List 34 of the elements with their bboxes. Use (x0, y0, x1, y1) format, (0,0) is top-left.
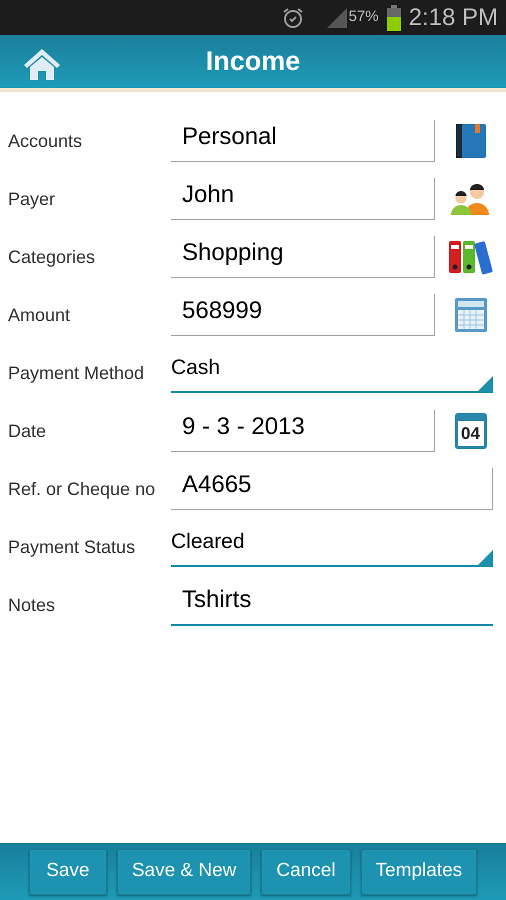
field-label: Payment Method (7, 362, 146, 385)
field-label: Ref. or Cheque no (7, 478, 156, 501)
input-field[interactable]: Tshirts (171, 584, 493, 626)
field-label: Amount (7, 304, 72, 326)
input-field[interactable]: 9 - 3 - 2013 (171, 410, 435, 452)
screen-title: Income (206, 45, 300, 78)
input-field[interactable]: Shopping (171, 236, 435, 278)
action-button[interactable]: Cancel (261, 848, 351, 894)
binders-icon (448, 239, 494, 275)
calculator-icon (454, 297, 488, 333)
input-field[interactable]: 568999 (171, 294, 435, 336)
dropdown-field[interactable]: Cleared (171, 527, 493, 567)
alarm-icon (280, 6, 305, 30)
calendar-icon: 04 (454, 413, 486, 449)
clock-time: 2:18 PM (408, 2, 498, 32)
field-label: Date (7, 420, 48, 442)
signal-icon (324, 6, 349, 28)
input-field[interactable]: John (171, 178, 435, 220)
field-label: Notes (7, 594, 56, 616)
dropdown-field[interactable]: Cash (171, 353, 493, 393)
field-label: Accounts (7, 130, 84, 152)
input-field[interactable]: Personal (171, 120, 435, 162)
field-label: Payment Status (7, 536, 136, 559)
action-button[interactable]: Save (28, 848, 107, 894)
book-icon (454, 123, 486, 159)
battery-icon (386, 4, 401, 30)
action-button[interactable]: Save & New (116, 848, 252, 894)
battery-percent: 57% (348, 7, 379, 28)
field-label: Categories (7, 246, 96, 269)
action-button[interactable]: Templates (360, 848, 478, 894)
home-icon[interactable] (22, 47, 62, 81)
input-field[interactable]: A4665 (171, 468, 493, 510)
people-icon (450, 183, 492, 215)
field-label: Payer (7, 188, 56, 211)
